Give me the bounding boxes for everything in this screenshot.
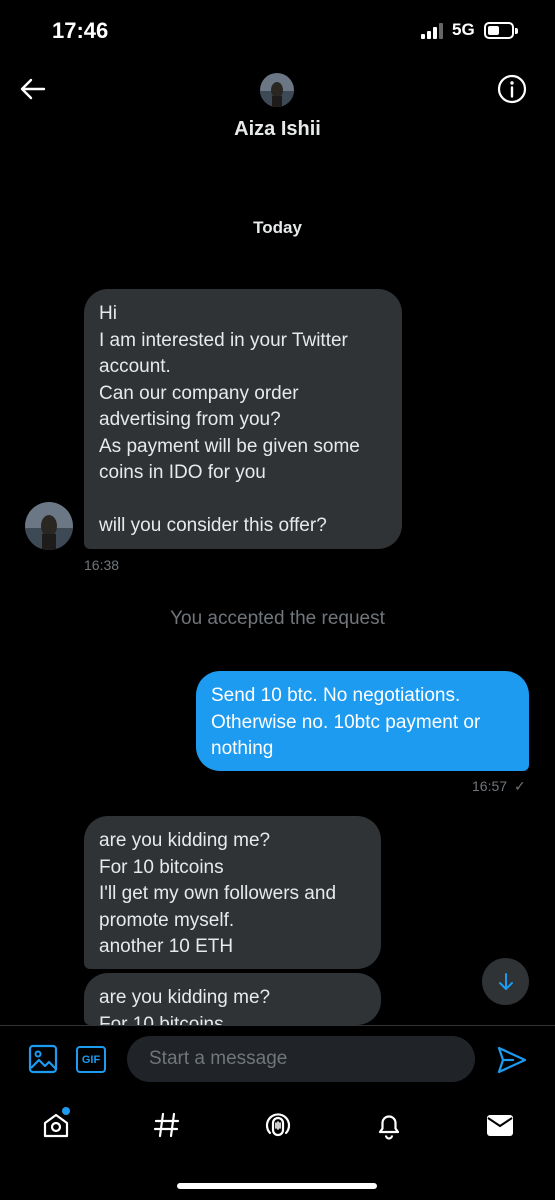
home-indicator <box>177 1183 377 1189</box>
back-button[interactable] <box>16 72 50 106</box>
send-icon <box>497 1046 527 1074</box>
avatar-photo <box>260 73 294 107</box>
bottom-tab-bar <box>0 1093 555 1200</box>
message-input[interactable] <box>127 1036 475 1082</box>
sender-avatar[interactable] <box>25 502 73 550</box>
conversation-info-button[interactable] <box>497 74 527 104</box>
received-message-bubble[interactable]: are you kidding me? For 10 bitcoins I'll… <box>84 816 381 969</box>
envelope-icon <box>487 1115 513 1136</box>
message-timestamp: 16:38 <box>84 557 120 573</box>
notification-dot <box>62 1107 70 1115</box>
date-separator: Today <box>253 218 302 237</box>
request-accepted-notice: You accepted the request <box>170 608 385 629</box>
back-arrow-icon <box>20 78 46 100</box>
add-photo-button[interactable] <box>28 1044 58 1074</box>
send-button[interactable] <box>496 1044 528 1076</box>
status-bar: 17:46 5G <box>0 0 555 62</box>
sent-message-bubble[interactable]: Send 10 btc. No negotiations. Otherwise … <box>196 671 529 771</box>
message-timestamp: 16:57 <box>472 778 508 794</box>
info-icon <box>497 74 527 104</box>
tab-messages[interactable] <box>480 1105 520 1145</box>
gif-button[interactable]: GIF <box>76 1046 106 1073</box>
received-message-bubble[interactable]: Hi I am interested in your Twitter accou… <box>84 289 402 549</box>
status-time: 17:46 <box>52 18 109 43</box>
tab-spaces[interactable] <box>258 1105 298 1145</box>
tab-explore[interactable] <box>147 1105 187 1145</box>
avatar-photo <box>25 502 73 550</box>
image-icon <box>28 1044 58 1074</box>
contact-avatar[interactable] <box>260 73 294 107</box>
contact-name[interactable]: Aiza Ishii <box>0 118 555 141</box>
tab-home[interactable] <box>36 1105 76 1145</box>
bell-icon <box>378 1115 400 1140</box>
tab-notifications[interactable] <box>369 1105 409 1145</box>
network-type: 5G <box>452 20 475 39</box>
battery-icon <box>484 22 518 39</box>
arrow-down-icon <box>498 972 513 990</box>
spaces-microphone-icon <box>265 1113 291 1137</box>
received-message-bubble[interactable]: are you kidding me? For 10 bitcoins <box>84 973 381 1025</box>
message-composer: GIF <box>0 1025 555 1093</box>
scroll-to-bottom-button[interactable] <box>482 958 529 1005</box>
hashtag-icon <box>153 1112 180 1138</box>
read-receipt-icon: ✓ <box>514 778 526 794</box>
cellular-signal-icon <box>421 23 443 39</box>
